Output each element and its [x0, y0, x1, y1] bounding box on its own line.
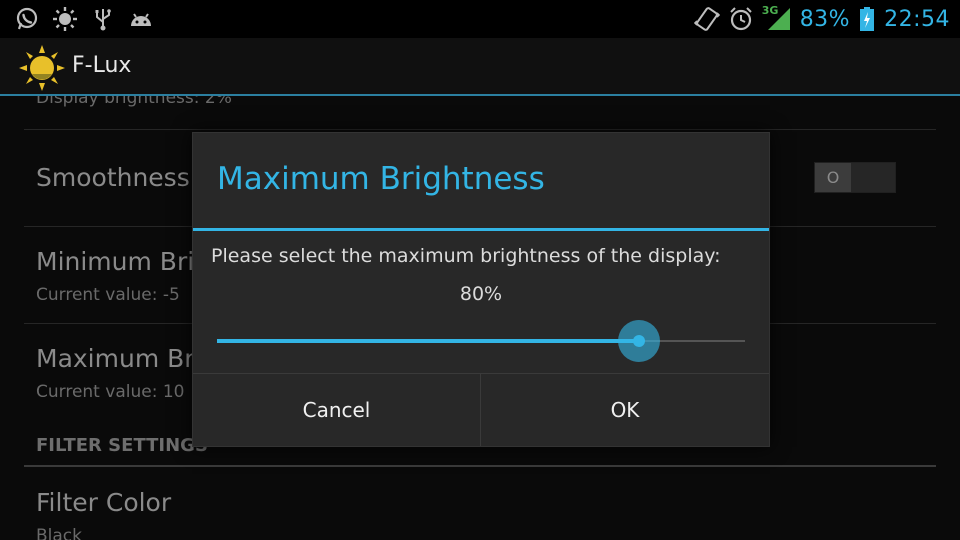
- pref-summary: Black: [36, 526, 82, 540]
- pref-title: Minimum Bri: [36, 247, 195, 276]
- whatsapp-icon: [14, 6, 40, 32]
- action-bar: F-Lux: [0, 38, 960, 95]
- pref-title: Maximum Br: [36, 344, 195, 373]
- pref-title: Filter Color: [36, 488, 172, 517]
- status-icons-right: 3G 83% 22:54: [693, 3, 950, 35]
- brightness-slider[interactable]: [217, 320, 745, 362]
- pref-title: Smoothness: [36, 163, 190, 192]
- dialog-message: Please select the maximum brightness of …: [211, 245, 721, 267]
- battery-charging-icon: [858, 6, 876, 32]
- cancel-button[interactable]: Cancel: [193, 374, 481, 446]
- dialog-button-row: Cancel OK: [193, 373, 769, 447]
- vibrate-icon: [693, 6, 720, 32]
- status-bar: 3G 83% 22:54: [0, 0, 960, 38]
- pref-filter-color[interactable]: Filter Color Black: [24, 468, 936, 540]
- status-icons-left: [14, 6, 154, 32]
- section-header-filter-settings: FILTER SETTINGS: [36, 435, 208, 456]
- smoothness-toggle[interactable]: O: [814, 162, 896, 193]
- network-type-label: 3G: [761, 4, 779, 17]
- signal-3g-icon: 3G: [761, 4, 792, 32]
- android-debug-icon: [128, 6, 154, 32]
- battery-percent: 83%: [799, 6, 851, 32]
- alarm-icon: [728, 6, 754, 32]
- dialog-title-divider: [193, 228, 769, 231]
- pref-display-brightness[interactable]: Display brightness: 2%: [24, 96, 936, 118]
- usb-icon: [90, 6, 116, 32]
- ok-button[interactable]: OK: [481, 374, 769, 446]
- section-divider: [24, 465, 936, 467]
- clock: 22:54: [884, 6, 950, 32]
- pref-summary: Current value: -5: [36, 285, 180, 305]
- slider-thumb[interactable]: [633, 335, 645, 347]
- app-title: F-Lux: [72, 53, 132, 78]
- maximum-brightness-dialog: Maximum Brightness Please select the max…: [192, 132, 770, 447]
- brightness-value: 80%: [459, 283, 503, 305]
- flux-sun-logo-icon[interactable]: [18, 44, 66, 96]
- brightness-icon: [52, 6, 78, 32]
- pref-summary: Current value: 10: [36, 382, 185, 402]
- pref-summary: Display brightness: 2%: [36, 96, 232, 108]
- dialog-title: Maximum Brightness: [217, 161, 545, 197]
- toggle-thumb: O: [815, 163, 851, 192]
- slider-fill: [217, 339, 639, 343]
